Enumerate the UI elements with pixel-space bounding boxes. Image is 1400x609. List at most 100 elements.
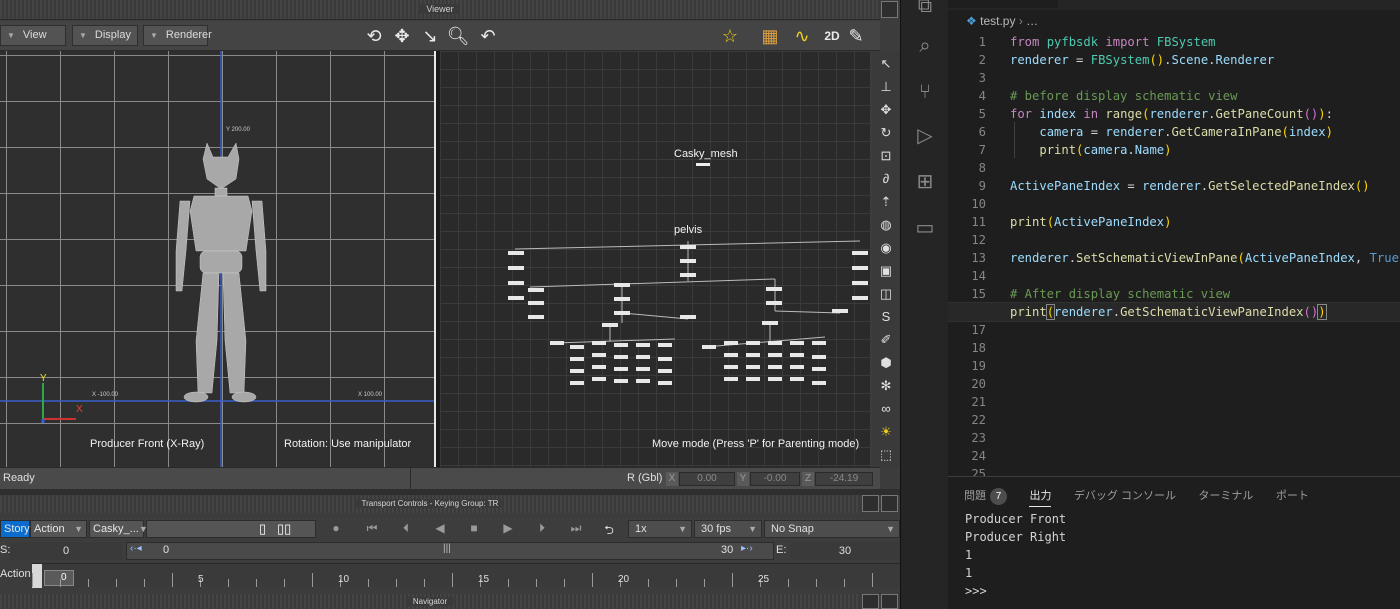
- translate-icon[interactable]: ⊥: [876, 77, 896, 97]
- timeline-playhead[interactable]: [32, 564, 42, 588]
- tab-problems[interactable]: 問題 7: [964, 487, 1007, 505]
- key-icon[interactable]: ⇡: [876, 192, 896, 212]
- tab-debug-console[interactable]: デバッグ コンソール: [1074, 487, 1176, 503]
- code-line[interactable]: # After display schematic view: [948, 285, 1400, 303]
- prev-key-icon[interactable]: ⏴: [397, 521, 415, 536]
- cube-icon[interactable]: ▣: [876, 261, 896, 281]
- explorer-icon[interactable]: ⧉: [913, 0, 937, 18]
- hexagon-icon[interactable]: ⬢: [876, 353, 896, 373]
- action-tab[interactable]: Action ▼: [30, 520, 87, 538]
- goto-start-icon[interactable]: ⏮: [363, 521, 381, 536]
- timeline-ruler[interactable]: 0 5 10 15 20 25: [32, 563, 900, 588]
- navigator-restore-button[interactable]: [862, 594, 879, 609]
- rotation-z-field[interactable]: -24.19: [815, 472, 873, 486]
- play-backward-icon[interactable]: ◀: [431, 521, 449, 535]
- pen-icon[interactable]: ✎: [844, 24, 868, 48]
- producer-front-viewport[interactable]: Y 200.00 X -100.00 X 100.00 Y X Producer…: [0, 51, 434, 467]
- range-slider[interactable]: ‹·◂ 0 ||| 30 ▸·›: [126, 542, 774, 560]
- fps-selector[interactable]: 30 fps ▼: [694, 520, 762, 538]
- take-selector[interactable]: Casky_...▼: [89, 520, 148, 538]
- renderer-menu[interactable]: ▼ Renderer: [143, 25, 212, 46]
- start-frame-field[interactable]: 0: [10, 542, 122, 560]
- curve-icon[interactable]: ∂: [876, 169, 896, 189]
- frame-icon[interactable]: ⬚: [876, 445, 896, 465]
- path-icon[interactable]: ∿: [790, 24, 814, 48]
- undo-view-icon[interactable]: ↶: [476, 24, 500, 48]
- code-line[interactable]: renderer.SetSchematicViewInPane(ActivePa…: [948, 249, 1400, 267]
- orbit-icon[interactable]: ⟲: [362, 24, 386, 48]
- schematic-viewport[interactable]: Casky_mesh pelvis Move mode (Press 'P' f…: [440, 51, 870, 467]
- stop-icon[interactable]: ■: [465, 521, 483, 535]
- goto-end-icon[interactable]: ⏭: [567, 521, 585, 536]
- range-end-handle-icon[interactable]: ▸·›: [741, 543, 753, 554]
- dolly-icon[interactable]: ↘: [418, 24, 442, 48]
- story-tab[interactable]: Story: [0, 520, 30, 538]
- range-start-handle-icon[interactable]: ‹·◂: [130, 543, 142, 554]
- line-number: 20: [948, 375, 1400, 393]
- code-line[interactable]: # before display schematic view: [948, 87, 1400, 105]
- transport-restore-button[interactable]: [862, 495, 879, 512]
- tab-terminal[interactable]: ターミナル: [1198, 487, 1253, 503]
- play-icon[interactable]: ▶: [499, 521, 517, 535]
- breadcrumb-symbol[interactable]: …: [1026, 14, 1038, 28]
- current-frame-box[interactable]: 0: [44, 570, 74, 586]
- zoom-icon[interactable]: 🔍︎: [446, 24, 470, 48]
- camera-switcher-icon[interactable]: ▦: [758, 24, 782, 48]
- next-key-icon[interactable]: ⏵: [533, 521, 551, 536]
- navigator-close-button[interactable]: [881, 594, 898, 609]
- rotate-icon[interactable]: ↻: [876, 123, 896, 143]
- rotation-x-field[interactable]: 0.00: [679, 472, 735, 486]
- single-view-icon[interactable]: ▯: [259, 521, 266, 537]
- globe-icon[interactable]: ◍: [876, 215, 896, 235]
- select-arrow-icon[interactable]: ↖: [876, 54, 896, 74]
- end-frame-field[interactable]: 30: [790, 542, 900, 560]
- editor-tab-test-py[interactable]: [948, 0, 1058, 8]
- range-grip-icon[interactable]: |||: [443, 543, 451, 554]
- cube-outline-icon[interactable]: ◫: [876, 284, 896, 304]
- code-line[interactable]: for index in range(renderer.GetPaneCount…: [948, 105, 1400, 123]
- search-icon[interactable]: ⌕: [913, 34, 937, 58]
- record-icon[interactable]: ●: [327, 521, 345, 535]
- transport-close-button[interactable]: [881, 495, 898, 512]
- remote-explorer-icon[interactable]: ▭: [913, 216, 937, 240]
- view-menu[interactable]: ▼ View: [0, 25, 66, 46]
- code-line[interactable]: camera = renderer.GetCameraInPane(index): [948, 123, 1400, 141]
- coord-label-right: X 100.00: [358, 392, 383, 398]
- loop-icon[interactable]: ⮌: [600, 521, 618, 542]
- light-icon[interactable]: ☀: [876, 422, 896, 442]
- keyframe-field[interactable]: ▯ ▯▯: [146, 520, 316, 538]
- rotation-global-label: R (Gbl): [627, 472, 663, 484]
- speed-selector[interactable]: 1x ▼: [628, 520, 692, 538]
- skeleton-icon[interactable]: ✻: [876, 376, 896, 396]
- tab-output[interactable]: 出力: [1029, 487, 1052, 507]
- z-label: Z: [802, 472, 814, 486]
- code-editor[interactable]: ❖ test.py › … 12345678910111213141516171…: [948, 0, 1400, 476]
- source-control-icon[interactable]: ⑂: [913, 80, 937, 104]
- brush-icon[interactable]: ✐: [876, 330, 896, 350]
- spline-icon[interactable]: S: [876, 307, 896, 327]
- code-line[interactable]: renderer = FBSystem().Scene.Renderer: [948, 51, 1400, 69]
- snap-selector[interactable]: No Snap ▼: [764, 520, 900, 538]
- code-line-current[interactable]: print(renderer.GetSchematicViewPaneIndex…: [948, 302, 1400, 322]
- rotation-y-field[interactable]: -0.00: [750, 472, 800, 486]
- run-debug-icon[interactable]: ▷: [913, 124, 937, 148]
- extensions-icon[interactable]: ⊞: [913, 170, 937, 194]
- output-prompt[interactable]: >>>: [965, 582, 987, 600]
- pan-icon[interactable]: ✥: [390, 24, 414, 48]
- 2d-view-icon[interactable]: 2D: [820, 24, 844, 48]
- link-icon[interactable]: ∞: [876, 399, 896, 419]
- breadcrumb-file[interactable]: test.py: [980, 14, 1015, 28]
- code-line[interactable]: print(ActivePaneIndex): [948, 213, 1400, 231]
- code-line[interactable]: print(camera.Name): [948, 141, 1400, 159]
- scale-icon[interactable]: ⊡: [876, 146, 896, 166]
- viewer-restore-button[interactable]: [881, 1, 898, 18]
- code-line[interactable]: from pyfbsdk import FBSystem: [948, 33, 1400, 51]
- sphere-icon[interactable]: ◉: [876, 238, 896, 258]
- code-line[interactable]: ActivePaneIndex = renderer.GetSelectedPa…: [948, 177, 1400, 195]
- tab-ports[interactable]: ポート: [1276, 487, 1309, 503]
- transport-title-bar: Transport Controls - Keying Group: TR: [0, 495, 860, 513]
- favorite-star-icon[interactable]: ☆: [718, 24, 742, 48]
- display-menu[interactable]: ▼ Display: [72, 25, 138, 46]
- dual-view-icon[interactable]: ▯▯: [277, 521, 291, 537]
- move-icon[interactable]: ✥: [876, 100, 896, 120]
